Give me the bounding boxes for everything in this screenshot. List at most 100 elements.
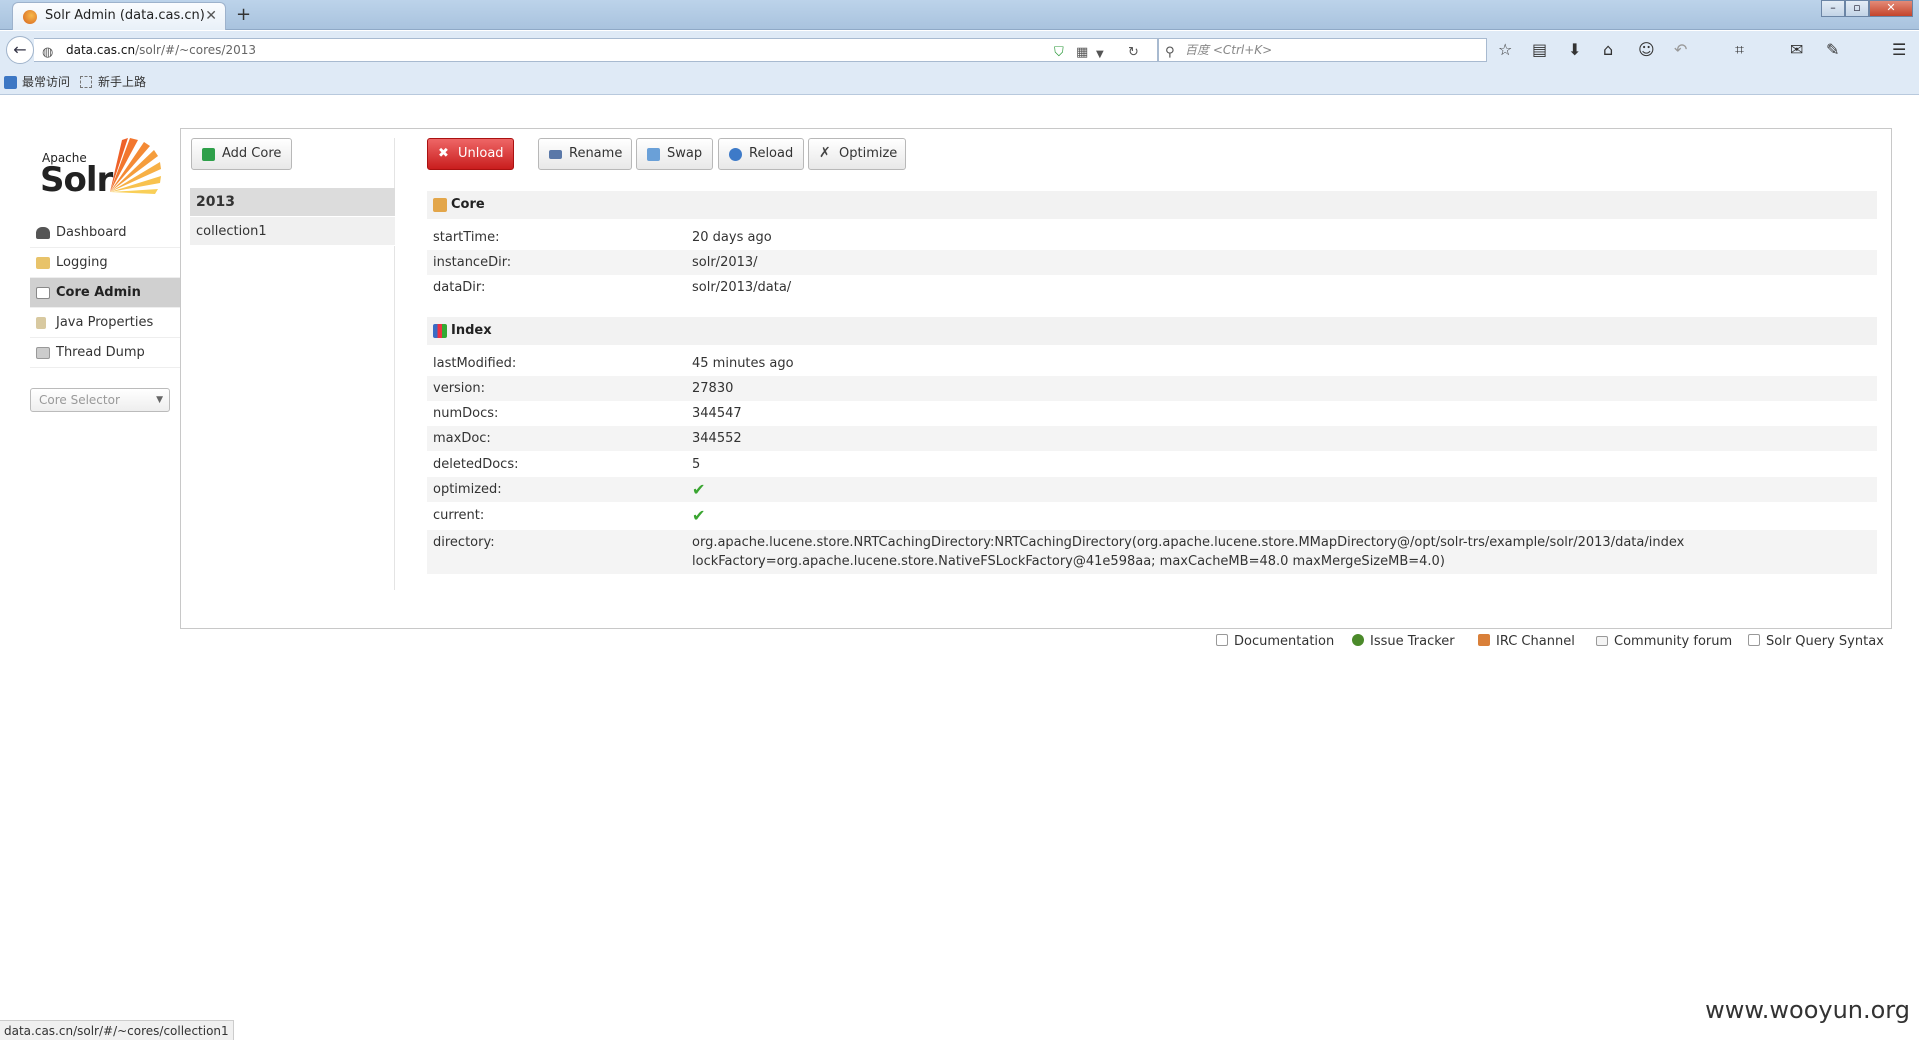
solr-favicon-icon xyxy=(23,10,37,24)
info-row: startTime: 20 days ago xyxy=(427,225,1877,250)
address-bar[interactable]: ◍ data.cas.cn/solr/#/~cores/2013 ⛉ ▦ ▼ ↻ xyxy=(34,38,1158,62)
mail-icon xyxy=(1596,636,1608,646)
button-label: Optimize xyxy=(839,146,898,161)
browser-navbar: ← ◍ data.cas.cn/solr/#/~cores/2013 ⛉ ▦ ▼… xyxy=(0,31,1919,69)
bar-chart-icon xyxy=(433,324,447,338)
reading-list-icon[interactable]: ▤ xyxy=(1532,40,1547,59)
search-icon: ⚲ xyxy=(1165,45,1175,60)
row-key: maxDoc: xyxy=(433,431,491,446)
info-row: deletedDocs: 5 xyxy=(427,452,1877,477)
browser-tabbar: Solr Admin (data.cas.cn) ✕ + – ▫ ✕ xyxy=(0,0,1919,30)
optimize-button[interactable]: ✗ Optimize xyxy=(808,138,906,170)
row-key: lastModified: xyxy=(433,356,517,371)
core-item-2013[interactable]: 2013 xyxy=(190,188,395,217)
core-admin-icon xyxy=(36,287,50,299)
sidebar-item-label: Java Properties xyxy=(56,315,154,330)
footer-link-label: Community forum xyxy=(1614,634,1733,649)
unload-button[interactable]: ✖ Unload xyxy=(427,138,514,170)
info-row-directory: directory: org.apache.lucene.store.NRTCa… xyxy=(427,530,1877,574)
reload-icon xyxy=(729,148,742,161)
row-value: 27830 xyxy=(692,381,734,396)
button-label: Rename xyxy=(569,146,623,161)
bookmark-item[interactable]: 新手上路 xyxy=(98,69,146,95)
button-label: Unload xyxy=(458,146,504,161)
extension-icon[interactable]: ✎ xyxy=(1826,40,1839,59)
footer-link-community-forum[interactable]: Community forum xyxy=(1596,632,1732,652)
wrench-icon: ✗ xyxy=(819,145,831,161)
index-section-header: Index xyxy=(427,317,1877,345)
core-section-header: Core xyxy=(427,191,1877,219)
footer-link-query-syntax[interactable]: Solr Query Syntax xyxy=(1748,632,1884,652)
row-key: version: xyxy=(433,381,485,396)
dropdown-arrow-icon[interactable]: ▼ xyxy=(1096,44,1104,66)
reload-button[interactable]: Reload xyxy=(718,138,804,170)
sidebar-item-dashboard[interactable]: Dashboard xyxy=(30,218,180,248)
home-icon[interactable]: ⌂ xyxy=(1603,40,1613,59)
document-icon xyxy=(1216,634,1228,646)
chat-icon[interactable]: ☺ xyxy=(1638,40,1655,59)
sidebar-nav: Dashboard Logging Core Admin Java Proper… xyxy=(30,218,180,368)
tab-title: Solr Admin (data.cas.cn) xyxy=(45,8,205,23)
footer-link-irc-channel[interactable]: IRC Channel xyxy=(1478,632,1575,652)
rename-button[interactable]: Rename xyxy=(538,138,632,170)
unload-x-icon: ✖ xyxy=(438,146,449,161)
url-domain: data.cas.cn xyxy=(66,43,136,57)
window-close-icon[interactable]: ✕ xyxy=(1869,0,1913,17)
footer-link-label: Solr Query Syntax xyxy=(1766,634,1884,649)
undo-icon[interactable]: ↶ xyxy=(1674,40,1687,59)
back-button[interactable]: ← xyxy=(6,36,34,64)
row-key: dataDir: xyxy=(433,280,486,295)
refresh-icon[interactable]: ↻ xyxy=(1128,42,1139,64)
new-tab-button[interactable]: + xyxy=(236,4,251,25)
sidebar-item-label: Logging xyxy=(56,255,108,270)
row-value: solr/2013/data/ xyxy=(692,280,792,295)
bookmark-folder-icon xyxy=(4,76,17,89)
sidebar-item-java-properties[interactable]: Java Properties xyxy=(30,308,180,338)
bookmark-page-icon xyxy=(80,76,92,88)
menu-icon[interactable]: ☰ xyxy=(1892,40,1906,59)
core-list: 2013 collection1 xyxy=(190,188,395,246)
java-icon xyxy=(36,317,46,329)
close-tab-icon[interactable]: ✕ xyxy=(205,3,217,29)
qr-code-icon[interactable]: ▦ xyxy=(1076,42,1088,64)
core-selector-dropdown[interactable]: Core Selector ▼ xyxy=(30,388,170,412)
bookmark-item[interactable]: 最常访问 xyxy=(22,69,70,95)
info-row: dataDir: solr/2013/data/ xyxy=(427,275,1877,300)
bookmark-star-icon[interactable]: ☆ xyxy=(1498,40,1512,59)
row-key: numDocs: xyxy=(433,406,499,421)
footer-link-label: Issue Tracker xyxy=(1370,634,1455,649)
row-value: 20 days ago xyxy=(692,230,772,245)
footer-link-documentation[interactable]: Documentation xyxy=(1216,632,1334,652)
add-core-button[interactable]: Add Core xyxy=(191,138,292,170)
row-value: lockFactory=org.apache.lucene.store.Nati… xyxy=(692,554,1445,569)
core-item-collection1[interactable]: collection1 xyxy=(190,217,395,246)
row-key: startTime: xyxy=(433,230,500,245)
browser-tab[interactable]: Solr Admin (data.cas.cn) ✕ xyxy=(12,2,226,30)
footer-link-issue-tracker[interactable]: Issue Tracker xyxy=(1352,632,1455,652)
sidebar-item-logging[interactable]: Logging xyxy=(30,248,180,278)
swap-button[interactable]: Swap xyxy=(636,138,713,170)
section-title: Index xyxy=(451,323,492,338)
maximize-icon[interactable]: ▫ xyxy=(1845,0,1869,17)
row-value: solr/2013/ xyxy=(692,255,758,270)
plus-icon xyxy=(202,148,215,161)
status-bar-url: data.cas.cn/solr/#/~cores/collection1 xyxy=(0,1020,234,1040)
button-label: Add Core xyxy=(222,146,282,161)
message-icon[interactable]: ✉ xyxy=(1790,40,1803,59)
search-input[interactable]: ⚲ 百度 <Ctrl+K> xyxy=(1158,38,1487,62)
info-row: instanceDir: solr/2013/ xyxy=(427,250,1877,275)
sidebar-item-label: Dashboard xyxy=(56,225,127,240)
sidebar-item-thread-dump[interactable]: Thread Dump xyxy=(30,338,180,368)
minimize-icon[interactable]: – xyxy=(1821,0,1845,17)
solr-sun-logo-icon xyxy=(110,138,161,194)
info-row: maxDoc: 344552 xyxy=(427,426,1877,451)
screenshot-icon[interactable]: ⌗ xyxy=(1735,40,1744,60)
shield-icon[interactable]: ⛉ xyxy=(1054,42,1064,64)
core-selector-label: Core Selector xyxy=(39,393,120,407)
sidebar-item-core-admin[interactable]: Core Admin xyxy=(30,278,180,308)
bug-icon xyxy=(1352,634,1364,646)
footer-link-label: Documentation xyxy=(1234,634,1335,649)
info-row: lastModified: 45 minutes ago xyxy=(427,351,1877,376)
download-icon[interactable]: ⬇ xyxy=(1568,40,1581,59)
button-label: Reload xyxy=(749,146,794,161)
